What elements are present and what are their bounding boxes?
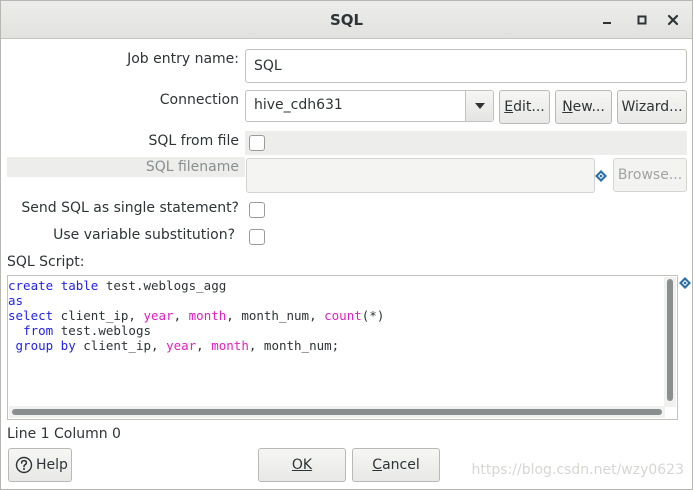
- variable-diamond-icon: [594, 169, 608, 183]
- sql-filename-label: SQL filename: [145, 159, 239, 175]
- chevron-down-icon: [474, 103, 485, 109]
- code-keyword: year: [166, 338, 197, 353]
- code-text: client_ip,: [75, 338, 167, 353]
- code-text: test.weblogs_agg: [98, 278, 227, 293]
- variable-diamond-icon: [678, 276, 692, 290]
- code-keyword: from: [23, 323, 54, 338]
- maximize-icon[interactable]: [632, 10, 652, 30]
- vertical-scroll-thumb[interactable]: [667, 279, 673, 401]
- job-entry-name-label: Job entry name:: [127, 51, 239, 67]
- code-text: (*): [361, 308, 385, 323]
- browse-button[interactable]: Browse...: [613, 158, 687, 192]
- cursor-position-status: Line 1 Column 0: [7, 426, 121, 442]
- horizontal-scroll-thumb[interactable]: [12, 409, 662, 415]
- window-title: SQL: [329, 11, 364, 29]
- sql-script-text[interactable]: create table test.weblogs_agg as select cl…: [8, 278, 384, 353]
- cancel-button[interactable]: Cancel: [352, 448, 440, 482]
- job-entry-name-input[interactable]: [245, 49, 687, 83]
- question-circle-icon: [15, 456, 33, 474]
- variable-substitution-checkbox[interactable]: [249, 229, 265, 245]
- connection-wizard-button[interactable]: Wizard...: [617, 90, 687, 124]
- code-keyword: select: [8, 308, 54, 323]
- code-line: from test.weblogs: [8, 323, 384, 338]
- variable-substitution-label: Use variable substitution?: [53, 227, 235, 243]
- title-bar[interactable]: SQL: [1, 1, 692, 39]
- horizontal-scrollbar[interactable]: [9, 406, 665, 418]
- code-keyword: as: [8, 293, 24, 308]
- code-text: , month_num,: [226, 308, 325, 323]
- code-text: , month_num;: [248, 338, 340, 353]
- code-text: test.weblogs: [53, 323, 152, 338]
- connection-label: Connection: [159, 92, 239, 108]
- sql-script-editor[interactable]: create table test.weblogs_agg as select cl…: [7, 275, 678, 420]
- send-single-checkbox[interactable]: [249, 202, 265, 218]
- connection-value: hive_cdh631: [254, 97, 343, 113]
- sql-filename-input[interactable]: [246, 158, 595, 193]
- vertical-scrollbar[interactable]: [664, 277, 676, 407]
- new-connection-button[interactable]: New...: [555, 90, 612, 124]
- code-keyword: create: [8, 278, 54, 293]
- help-button[interactable]: Help: [8, 448, 72, 482]
- code-text: ,: [196, 338, 212, 353]
- sql-script-label: SQL Script:: [7, 254, 85, 270]
- code-keyword: group by: [15, 338, 76, 353]
- ok-button[interactable]: OK: [258, 448, 346, 482]
- code-keyword: month: [211, 338, 249, 353]
- code-line: select client_ip, year, month, month_num…: [8, 308, 384, 323]
- sql-dialog: SQL Job entry name: Connection hive_cdh6…: [0, 0, 693, 490]
- code-keyword: table: [60, 278, 99, 293]
- minimize-icon[interactable]: [597, 10, 617, 30]
- sql-from-file-label: SQL from file: [148, 133, 239, 149]
- code-line: create table test.weblogs_agg: [8, 278, 384, 293]
- connection-combo[interactable]: hive_cdh631: [245, 90, 494, 122]
- connection-dropdown-button[interactable]: [465, 91, 493, 121]
- code-line: as: [8, 293, 384, 308]
- code-keyword: count: [324, 308, 362, 323]
- code-line: group by client_ip, year, month, month_n…: [8, 338, 384, 353]
- code-text: ,: [173, 308, 189, 323]
- send-single-label: Send SQL as single statement?: [21, 200, 239, 216]
- code-keyword: year: [143, 308, 174, 323]
- watermark-text: https://blog.csdn.net/wzy0623: [471, 462, 684, 478]
- code-keyword: month: [188, 308, 227, 323]
- sql-from-file-row: [245, 131, 687, 155]
- close-icon[interactable]: [663, 10, 683, 30]
- edit-connection-button[interactable]: Edit...: [499, 90, 550, 124]
- sql-from-file-checkbox[interactable]: [249, 135, 265, 151]
- code-text: client_ip,: [53, 308, 144, 323]
